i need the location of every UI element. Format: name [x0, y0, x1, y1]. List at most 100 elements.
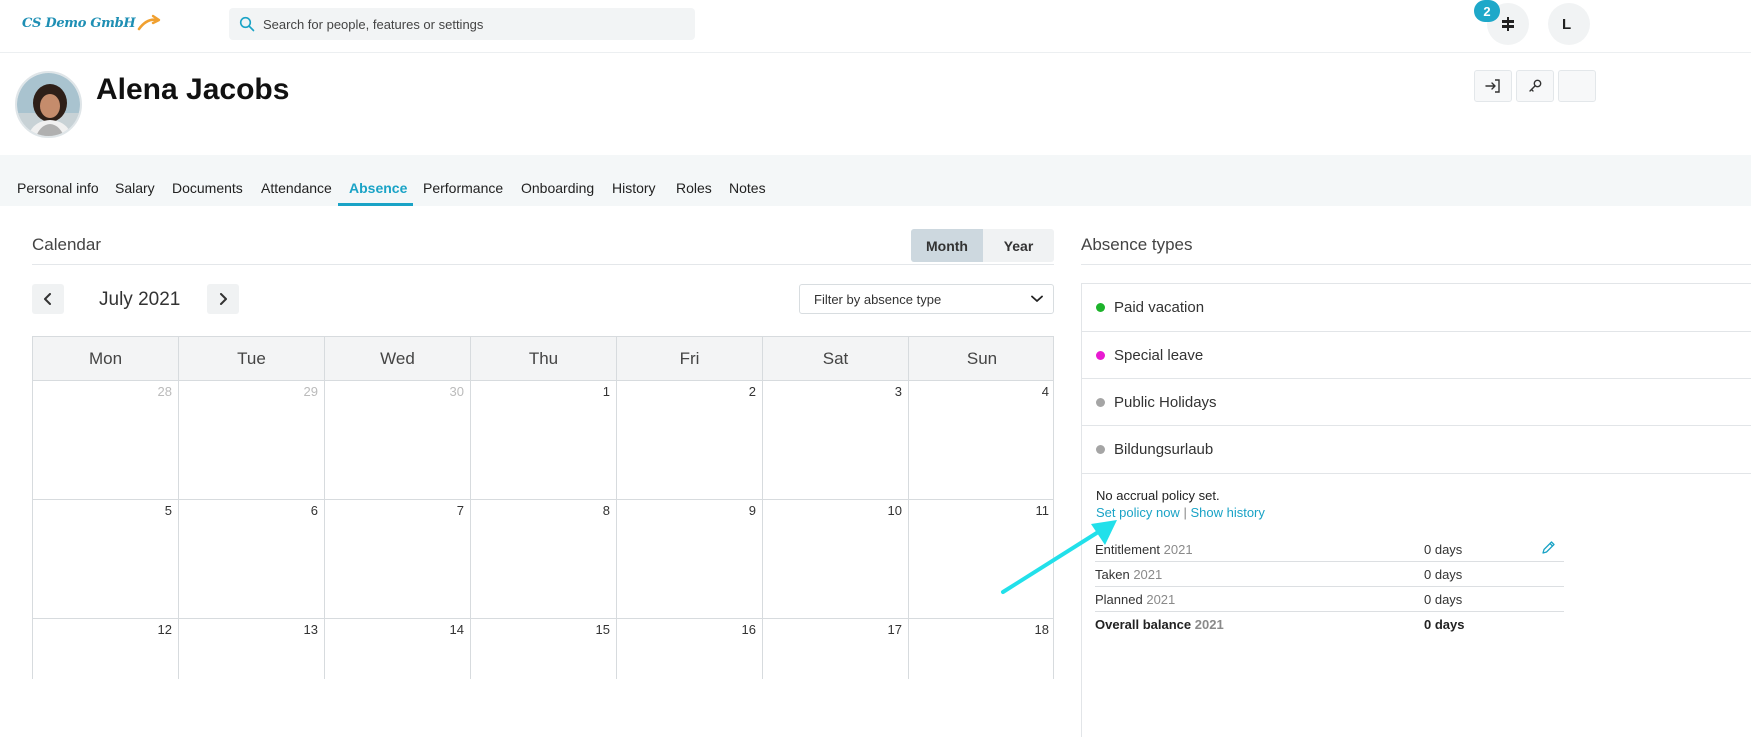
day-number: 18: [1034, 622, 1049, 637]
tab-performance[interactable]: Performance: [423, 180, 503, 196]
logo-arrow-icon: [138, 14, 161, 31]
tab-personal-info[interactable]: Personal info: [17, 180, 99, 196]
edit-pencil-icon[interactable]: [1541, 540, 1556, 555]
absence-types-divider: [1081, 264, 1751, 265]
calendar-week: 12 13 14 15 16 17 18: [32, 619, 1054, 679]
calendar-day[interactable]: 3: [763, 381, 909, 499]
calendar-day[interactable]: 28: [33, 381, 179, 499]
absence-type-special-leave[interactable]: Special leave: [1081, 331, 1751, 379]
day-number: 8: [602, 503, 610, 518]
day-number: 2: [748, 384, 756, 399]
page-title: Alena Jacobs: [96, 73, 290, 106]
stat-value: 0 days: [1424, 567, 1463, 582]
absence-type-filter[interactable]: Filter by absence type: [799, 284, 1054, 314]
day-number: 4: [1041, 384, 1049, 399]
calendar-week: 5 6 7 8 9 10 11: [32, 500, 1054, 619]
month-label: July 2021: [99, 289, 181, 310]
prev-month-button[interactable]: [32, 284, 64, 314]
day-number: 12: [157, 622, 172, 637]
calendar-day[interactable]: 6: [179, 500, 325, 618]
filter-label: Filter by absence type: [814, 291, 942, 307]
stat-year: 2021: [1194, 617, 1224, 632]
calendar-day[interactable]: 30: [325, 381, 471, 499]
signpost-icon: [1502, 17, 1514, 31]
day-number: 28: [157, 384, 172, 399]
accrual-policy-note: No accrual policy set.: [1096, 488, 1220, 503]
day-number: 30: [449, 384, 464, 399]
search-box[interactable]: [229, 8, 695, 40]
calendar-day[interactable]: 5: [33, 500, 179, 618]
tab-documents[interactable]: Documents: [172, 180, 243, 196]
day-number: 15: [595, 622, 610, 637]
tab-roles[interactable]: Roles: [676, 180, 712, 196]
search-icon: [239, 16, 255, 32]
company-logo[interactable]: CS Demo GmbH: [22, 14, 163, 32]
calendar-day[interactable]: 15: [471, 619, 617, 679]
weekday-wed: Wed: [325, 337, 471, 380]
absence-type-label: Bildungsurlaub: [1114, 441, 1214, 458]
next-month-button[interactable]: [207, 284, 239, 314]
tab-salary[interactable]: Salary: [115, 180, 155, 196]
login-as-button[interactable]: [1474, 70, 1512, 102]
calendar-day[interactable]: 18: [909, 619, 1055, 679]
calendar-day[interactable]: 9: [617, 500, 763, 618]
tab-attendance[interactable]: Attendance: [261, 180, 332, 196]
calendar-divider: [32, 264, 1054, 265]
calendar-day[interactable]: 16: [617, 619, 763, 679]
chevron-right-icon: [220, 293, 227, 305]
tab-history[interactable]: History: [612, 180, 656, 196]
user-menu-button[interactable]: L: [1548, 3, 1590, 45]
show-history-link[interactable]: Show history: [1190, 505, 1264, 520]
profile-header: Alena Jacobs: [0, 53, 1751, 155]
absence-type-label: Public Holidays: [1114, 394, 1217, 411]
calendar-day[interactable]: 2: [617, 381, 763, 499]
calendar-day[interactable]: 7: [325, 500, 471, 618]
more-actions-button[interactable]: [1558, 70, 1596, 102]
calendar-day[interactable]: 4: [909, 381, 1055, 499]
calendar-day[interactable]: 10: [763, 500, 909, 618]
calendar-day[interactable]: 29: [179, 381, 325, 499]
absence-types-title: Absence types: [1081, 235, 1193, 254]
day-number: 29: [303, 384, 318, 399]
status-dot: [1096, 445, 1105, 454]
chevron-down-icon: [1031, 295, 1043, 302]
stat-row-entitlement: Entitlement 2021 0 days: [1095, 537, 1564, 562]
weekday-header: Mon Tue Wed Thu Fri Sat Sun: [32, 336, 1054, 381]
avatar-image: [17, 73, 80, 136]
absence-type-paid-vacation[interactable]: Paid vacation: [1081, 283, 1751, 331]
notification-badge: 2: [1474, 0, 1500, 22]
tab-onboarding[interactable]: Onboarding: [521, 180, 594, 196]
status-dot: [1096, 303, 1105, 312]
calendar-day[interactable]: 13: [179, 619, 325, 679]
day-number: 17: [887, 622, 902, 637]
absence-type-public-holidays[interactable]: Public Holidays: [1081, 378, 1751, 426]
weekday-fri: Fri: [617, 337, 763, 380]
top-bar: CS Demo GmbH 2 L: [0, 0, 1751, 53]
annotation-arrow-icon: [1001, 520, 1117, 594]
calendar-day[interactable]: 14: [325, 619, 471, 679]
tab-notes[interactable]: Notes: [729, 180, 766, 196]
calendar-day[interactable]: 17: [763, 619, 909, 679]
month-view-button[interactable]: Month: [911, 229, 983, 262]
link-separator: |: [1183, 505, 1187, 520]
key-icon: [1529, 79, 1542, 92]
search-input[interactable]: [263, 16, 663, 32]
weekday-tue: Tue: [179, 337, 325, 380]
absence-type-bildungsurlaub[interactable]: Bildungsurlaub: [1081, 425, 1751, 473]
absence-type-label: Paid vacation: [1114, 299, 1205, 316]
calendar-day[interactable]: 1: [471, 381, 617, 499]
status-dot: [1096, 351, 1105, 360]
day-number: 16: [741, 622, 756, 637]
stat-value: 0 days: [1424, 592, 1463, 607]
calendar-title: Calendar: [32, 235, 101, 254]
stat-year: 2021: [1163, 542, 1193, 557]
year-view-button[interactable]: Year: [983, 229, 1054, 262]
calendar-day[interactable]: 8: [471, 500, 617, 618]
weekday-sat: Sat: [763, 337, 909, 380]
tab-absence[interactable]: Absence: [349, 180, 407, 196]
calendar-day[interactable]: 12: [33, 619, 179, 679]
day-number: 1: [602, 384, 610, 399]
stat-year: 2021: [1146, 592, 1176, 607]
access-key-button[interactable]: [1516, 70, 1554, 102]
calendar-week: 28 29 30 1 2 3 4: [32, 381, 1054, 500]
